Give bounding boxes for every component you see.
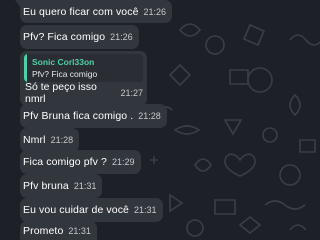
message-time: 21:29 (111, 157, 135, 167)
quoted-author: Sonic Corl33on (32, 57, 95, 67)
message-time: 21:26 (143, 6, 167, 17)
message-text: Pfv bruna (23, 180, 69, 192)
message-time: 21:28 (138, 111, 161, 121)
message-text: Fica comigo pfv ? (23, 156, 107, 168)
message-text: Pfv? Fica comigo (23, 31, 106, 43)
message-bubble[interactable]: Nmrl 21:28 (20, 128, 80, 152)
message-time: 21:27 (120, 88, 143, 98)
message-text: Pfv Bruna fica comigo . (23, 110, 134, 122)
message-bubble[interactable]: Pfv? Fica comigo 21:26 (20, 25, 139, 49)
message-text: Prometo (23, 224, 64, 237)
reply-message-bubble[interactable]: Sonic Corl33on Pfv? Fica comigo Só te pe… (20, 51, 147, 106)
message-bubble[interactable]: Eu vou cuidar de você 21:31 (20, 198, 163, 222)
quoted-text: Pfv? Fica comigo (32, 69, 98, 79)
message-bubble[interactable]: Prometo 21:31 (20, 221, 97, 240)
message-bubble[interactable]: Fica comigo pfv ? 21:29 (20, 150, 141, 174)
message-bubble[interactable]: Pfv Bruna fica comigo . 21:28 (20, 104, 167, 128)
message-time: 21:31 (68, 225, 91, 236)
message-text: Só te peço isso nmrl (25, 81, 97, 105)
message-time: 21:31 (73, 181, 97, 191)
message-text: Eu vou cuidar de você (23, 204, 129, 216)
quoted-message[interactable]: Sonic Corl33on Pfv? Fica comigo (24, 54, 143, 82)
message-text: Eu quero ficar com você (23, 5, 139, 18)
message-time: 21:31 (134, 205, 157, 215)
message-time: 21:28 (50, 135, 74, 145)
message-text: Nmrl (23, 134, 46, 146)
message-time: 21:26 (110, 32, 133, 42)
message-bubble[interactable]: Eu quero ficar com você 21:26 (20, 0, 173, 23)
message-bubble[interactable]: Pfv bruna 21:31 (20, 174, 103, 198)
